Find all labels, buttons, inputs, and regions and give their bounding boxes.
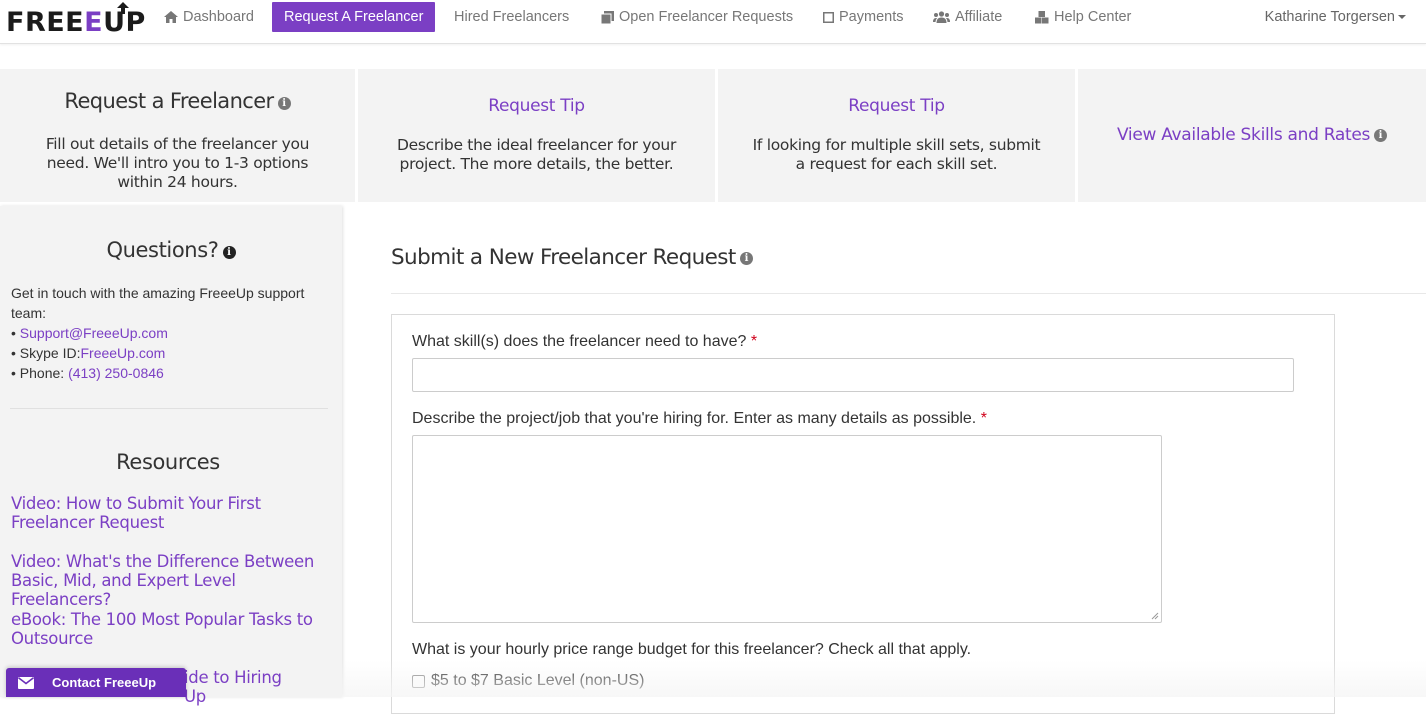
tip-card-2: Request Tip If looking for multiple skil… (718, 69, 1075, 202)
skype-link[interactable]: FreeeUp.com (80, 345, 165, 361)
contact-freeeup-button[interactable]: Contact FreeeUp (6, 668, 186, 697)
view-skills-link[interactable]: View Available Skills and Rates (1117, 125, 1370, 145)
tip-body: Describe the ideal freelancer for your p… (358, 136, 715, 174)
phone-label: • Phone: (11, 365, 69, 381)
info-icon[interactable]: i (222, 246, 236, 260)
request-form: What skill(s) does the freelancer need t… (391, 314, 1335, 714)
tip-body: Fill out details of the freelancer you n… (0, 135, 355, 192)
tip-body-line: Fill out details of the freelancer you (45, 135, 310, 153)
phone-row: • Phone: (413) 250-0846 (11, 363, 336, 383)
sidebar: Questions? i Get in touch with the amazin… (0, 206, 342, 706)
freeeup-logo[interactable]: FREEEUP (6, 2, 145, 42)
nav-open-requests[interactable]: Open Freelancer Requests (601, 0, 793, 34)
nav-help-center[interactable]: Help Center (1035, 0, 1131, 34)
budget-label-text: What is your hourly price range budget f… (412, 641, 972, 658)
bullet: • (11, 325, 20, 341)
budget-option-label: $5 to $7 Basic Level (non-US) (431, 672, 645, 689)
tip-request-freelancer: Request a Freelancer i Fill out details o… (0, 69, 355, 202)
resource-link-levels[interactable]: Video: What's the Difference Between Bas… (11, 552, 331, 609)
nav-payments[interactable]: Payments (823, 0, 903, 34)
page-title-text: Submit a New Freelancer Request (391, 245, 736, 270)
tip-view-skills: View Available Skills and Rates i (1078, 69, 1426, 202)
contact-button-label: Contact FreeeUp (52, 675, 157, 690)
resources-heading: Resources (116, 450, 220, 474)
required-marker: * (750, 333, 758, 350)
nav-request-freelancer-label: Request A Freelancer (284, 9, 424, 25)
tip-body-line: within 24 hours. (117, 173, 238, 191)
resource-line: ide to Hiring (184, 668, 282, 687)
cubes-icon (1035, 10, 1049, 24)
tip-body-line: a request for each skill set. (795, 155, 998, 173)
nav-help-center-label: Help Center (1054, 9, 1132, 25)
resource-line: Basic, Mid, and Expert Level Freelancers… (11, 571, 236, 609)
nav-dashboard[interactable]: Dashboard (164, 0, 254, 34)
nav-hired-freelancers-label: Hired Freelancers (454, 9, 570, 25)
nav-hired-freelancers[interactable]: Hired Freelancers (454, 0, 569, 34)
nav-request-freelancer[interactable]: Request A Freelancer (272, 2, 436, 32)
logo-arrow-icon (117, 2, 129, 14)
divider (10, 408, 328, 409)
nav-dashboard-label: Dashboard (183, 9, 254, 25)
nav-payments-label: Payments (839, 9, 904, 25)
support-email-row: • Support@FreeeUp.com (11, 323, 336, 343)
questions-heading: Questions? (106, 238, 219, 262)
support-intro: team: (11, 305, 47, 321)
tip-card-1: Request Tip Describe the ideal freelance… (358, 69, 715, 202)
user-menu[interactable]: Katharine Torgersen (1265, 0, 1406, 34)
top-navbar: FREEEUP Dashboard Request A Freelancer H… (0, 0, 1426, 44)
tip-row: Request a Freelancer i Fill out details o… (0, 69, 1426, 202)
resource-line: Video: What's the Difference Between (11, 552, 315, 571)
resource-link-submit-request[interactable]: Video: How to Submit Your First Freelanc… (11, 494, 331, 532)
skype-label: • Skype ID: (11, 345, 81, 361)
required-marker: * (980, 410, 987, 427)
info-icon[interactable]: i (277, 97, 291, 111)
tip-title: Request a Freelancer (64, 89, 274, 113)
tip-title: Request Tip (488, 96, 585, 116)
nav-affiliate-label: Affiliate (955, 9, 1003, 25)
tip-body-line: If looking for multiple skill sets, subm… (752, 136, 1041, 154)
tip-body-line: project. The more details, the better. (399, 155, 674, 173)
info-icon[interactable]: i (739, 251, 753, 265)
resource-link-hiring-guide[interactable]: ide to Hiring Up (184, 668, 334, 706)
users-icon (933, 11, 950, 23)
skills-label: What skill(s) does the freelancer need t… (412, 333, 757, 351)
tip-body-line: need. We'll intro you to 1-3 options (46, 154, 309, 172)
support-intro: Get in touch with the amazing FreeeUp su… (11, 285, 305, 301)
tip-body: If looking for multiple skill sets, subm… (718, 136, 1075, 174)
resource-line: Freelancer Request (11, 513, 165, 532)
project-textarea[interactable] (412, 435, 1162, 623)
home-icon (164, 11, 178, 23)
copy-icon (601, 10, 614, 24)
envelope-icon (18, 676, 34, 689)
budget-label: What is your hourly price range budget f… (412, 641, 971, 659)
phone-link[interactable]: (413) 250-0846 (68, 365, 164, 381)
support-email-link[interactable]: Support@FreeeUp.com (20, 325, 168, 341)
page-title: Submit a New Freelancer Request i (391, 245, 753, 270)
resize-grip-icon[interactable] (1151, 612, 1159, 620)
resource-line: Outsource (11, 629, 94, 648)
support-info: Get in touch with the amazing FreeeUp su… (11, 283, 336, 383)
user-name: Katharine Torgersen (1264, 9, 1395, 25)
nav-affiliate[interactable]: Affiliate (933, 0, 1002, 34)
resource-line: eBook: The 100 Most Popular Tasks to (11, 610, 313, 629)
chevron-down-icon (1398, 15, 1406, 19)
nav-open-requests-label: Open Freelancer Requests (619, 9, 794, 25)
skills-input[interactable] (412, 358, 1294, 392)
tip-title: Request Tip (848, 96, 945, 116)
tip-body-line: Describe the ideal freelancer for your (396, 136, 677, 154)
resource-line: Video: How to Submit Your First (11, 494, 261, 513)
skype-row: • Skype ID:FreeeUp.com (11, 343, 336, 363)
square-icon (823, 11, 834, 23)
divider (391, 293, 1426, 294)
budget-option-basic[interactable]: $5 to $7 Basic Level (non-US) (412, 672, 644, 690)
resource-link-ebook[interactable]: eBook: The 100 Most Popular Tasks to Out… (11, 610, 331, 648)
skills-label-text: What skill(s) does the freelancer need t… (412, 333, 747, 350)
checkbox[interactable] (412, 674, 425, 688)
project-label-text: Describe the project/job that you're hir… (412, 410, 977, 427)
project-label: Describe the project/job that you're hir… (412, 410, 987, 428)
info-icon[interactable]: i (1374, 129, 1388, 143)
